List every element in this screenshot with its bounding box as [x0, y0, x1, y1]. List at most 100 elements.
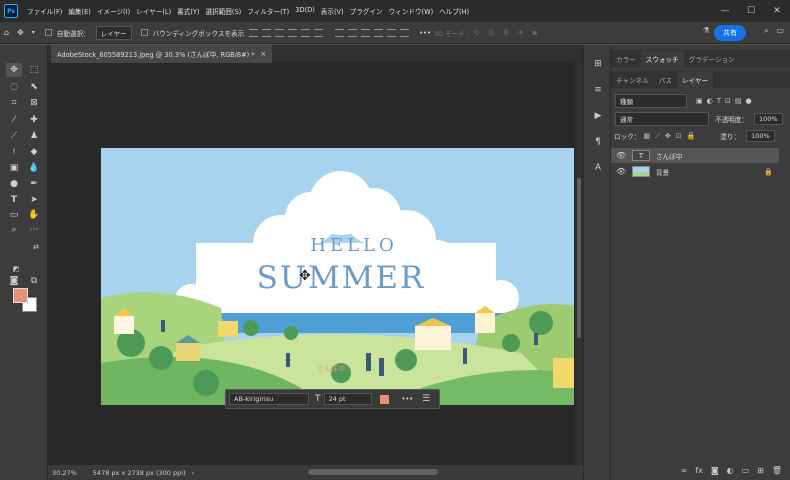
- distribute-6-icon[interactable]: [400, 28, 410, 37]
- zoom-tool-icon[interactable]: ⌕: [6, 223, 22, 237]
- context-more-button[interactable]: •••: [402, 395, 414, 403]
- paragraph-icon[interactable]: ¶: [591, 135, 605, 149]
- layer-row-background[interactable]: 👁 背景 🔒: [611, 164, 779, 179]
- workspace-icon[interactable]: ▭: [776, 26, 784, 36]
- history-brush-icon[interactable]: ⟊: [6, 145, 22, 159]
- new-group-icon[interactable]: ▭: [742, 466, 750, 475]
- home-icon[interactable]: ⌂: [4, 28, 9, 37]
- status-arrow-icon[interactable]: ›: [192, 469, 195, 477]
- link-layers-icon[interactable]: ∞: [681, 466, 688, 475]
- 3d-slide-icon[interactable]: ✦: [517, 28, 524, 37]
- menu-filter[interactable]: フィルター(T): [244, 6, 292, 16]
- close-tab-icon[interactable]: ×: [261, 50, 267, 58]
- dodge-tool-icon[interactable]: ●: [6, 177, 22, 191]
- rectangle-tool-icon[interactable]: ▭: [6, 208, 22, 222]
- delete-layer-icon[interactable]: 🗑: [772, 466, 782, 475]
- vertical-scrollbar[interactable]: [575, 63, 583, 465]
- menu-3d[interactable]: 3D(D): [292, 6, 318, 16]
- minimize-button[interactable]: —: [712, 0, 738, 22]
- more-tools-icon[interactable]: ⋯: [26, 223, 42, 237]
- close-window-button[interactable]: ✕: [764, 0, 790, 22]
- menu-plugins[interactable]: プラグイン: [347, 6, 386, 16]
- healing-brush-icon[interactable]: ✚: [26, 113, 42, 127]
- menu-select[interactable]: 選択範囲(S): [203, 6, 245, 16]
- blend-mode-dropdown[interactable]: 通常: [615, 112, 709, 126]
- align-bottom-icon[interactable]: [275, 28, 285, 37]
- filter-icons[interactable]: ▣◐T⊡▤●: [696, 97, 756, 105]
- settings-sliders-icon[interactable]: ☰: [422, 394, 430, 404]
- eye-icon[interactable]: 👁: [616, 151, 626, 160]
- distribute-icon[interactable]: [335, 28, 345, 37]
- crop-tool-icon[interactable]: ⌗: [6, 96, 22, 110]
- lasso-tool-icon[interactable]: ◌: [6, 80, 22, 94]
- text-color-swatch[interactable]: [379, 394, 389, 404]
- maximize-button[interactable]: ☐: [738, 0, 764, 22]
- distribute-3-icon[interactable]: [361, 28, 371, 37]
- tab-layers[interactable]: レイヤー: [676, 72, 714, 88]
- fx-icon[interactable]: fx: [695, 466, 703, 475]
- 3d-orbit-icon[interactable]: ⟲: [473, 28, 480, 37]
- document-image[interactable]: HELLO SUMMER さんぽ中 ✥: [101, 148, 574, 405]
- horizontal-scroll-thumb[interactable]: [308, 469, 438, 475]
- align-center-icon[interactable]: [301, 28, 311, 37]
- frame-tool-icon[interactable]: ⊠: [26, 96, 42, 110]
- opacity-input[interactable]: 100%: [753, 113, 783, 125]
- actions-play-icon[interactable]: ▶: [591, 109, 605, 123]
- auto-select-dropdown[interactable]: レイヤー: [95, 25, 132, 40]
- align-top-icon[interactable]: [249, 28, 259, 37]
- menu-view[interactable]: 表示(V): [318, 6, 347, 16]
- chevron-down-icon[interactable]: ▾: [32, 29, 35, 36]
- lock-icons[interactable]: ▦⟋✥⊡🔒: [643, 132, 700, 141]
- blur-tool-icon[interactable]: 💧: [26, 161, 42, 175]
- menu-file[interactable]: ファイル(F): [24, 6, 65, 16]
- properties-icon[interactable]: ⊞: [591, 57, 605, 71]
- layer-row-text[interactable]: 👁 T さんぽ中: [611, 148, 779, 163]
- 3d-scale-icon[interactable]: ▪: [532, 28, 537, 37]
- bounding-box-checkbox[interactable]: [140, 29, 148, 36]
- align-middle-icon[interactable]: [262, 28, 272, 37]
- beaker-icon[interactable]: ⚗: [703, 26, 710, 36]
- hand-tool-icon[interactable]: ✋: [26, 208, 42, 222]
- screen-mode-icon[interactable]: ⧉: [26, 274, 42, 288]
- search-icon[interactable]: ⌕: [764, 26, 768, 36]
- menu-window[interactable]: ウィンドウ(W): [386, 6, 437, 16]
- eyedropper-icon[interactable]: ⁄: [6, 113, 22, 127]
- fill-input[interactable]: 100%: [746, 130, 775, 142]
- font-family-dropdown[interactable]: AB-kirigirisu: [229, 393, 309, 405]
- menu-image[interactable]: イメージ(I): [94, 6, 133, 16]
- move-tool-icon[interactable]: ✥: [17, 28, 24, 37]
- menu-layer[interactable]: レイヤー(L): [133, 6, 174, 16]
- brush-tool-icon[interactable]: ⟋: [6, 129, 22, 143]
- auto-select-checkbox[interactable]: [44, 29, 52, 36]
- type-tool-icon[interactable]: T: [6, 193, 22, 207]
- layer-filter-dropdown[interactable]: 種類: [615, 94, 687, 108]
- eye-icon[interactable]: 👁: [616, 167, 626, 176]
- distribute-4-icon[interactable]: [374, 28, 384, 37]
- path-select-icon[interactable]: ➤: [26, 193, 42, 207]
- tab-swatches[interactable]: スウォッチ: [640, 51, 684, 67]
- font-size-dropdown[interactable]: 24 pt: [323, 393, 372, 405]
- distribute-2-icon[interactable]: [348, 28, 358, 37]
- distribute-5-icon[interactable]: [387, 28, 397, 37]
- swap-colors-icon[interactable]: ⇄: [28, 240, 44, 254]
- pen-tool-icon[interactable]: ✒: [26, 177, 42, 191]
- adjustments-icon[interactable]: ≡: [591, 83, 605, 97]
- marquee-tool-icon[interactable]: ⬚: [26, 63, 42, 77]
- zoom-level[interactable]: 30.27%: [52, 469, 77, 477]
- 3d-pan-icon[interactable]: ✥: [503, 28, 510, 37]
- gradient-tool-icon[interactable]: ▣: [6, 161, 22, 175]
- adjustment-layer-icon[interactable]: ◐: [727, 466, 734, 475]
- tab-paths[interactable]: パス: [654, 72, 677, 88]
- tab-color[interactable]: カラー: [611, 51, 641, 67]
- tab-channels[interactable]: チャンネル: [611, 72, 654, 88]
- align-left-icon[interactable]: [288, 28, 298, 37]
- new-layer-icon[interactable]: ⊞: [757, 466, 764, 475]
- stamp-tool-icon[interactable]: ♟: [26, 129, 42, 143]
- menu-edit[interactable]: 編集(E): [65, 6, 94, 16]
- document-tab[interactable]: AdobeStock_605589213.jpeg @ 30.3% (さんぽ中,…: [51, 45, 273, 63]
- 3d-roll-icon[interactable]: ◎: [488, 28, 495, 37]
- align-right-icon[interactable]: [314, 28, 324, 37]
- move-tool-icon[interactable]: ✥: [6, 63, 22, 77]
- vertical-scroll-thumb[interactable]: [577, 178, 581, 338]
- add-mask-icon[interactable]: ◙: [711, 466, 719, 475]
